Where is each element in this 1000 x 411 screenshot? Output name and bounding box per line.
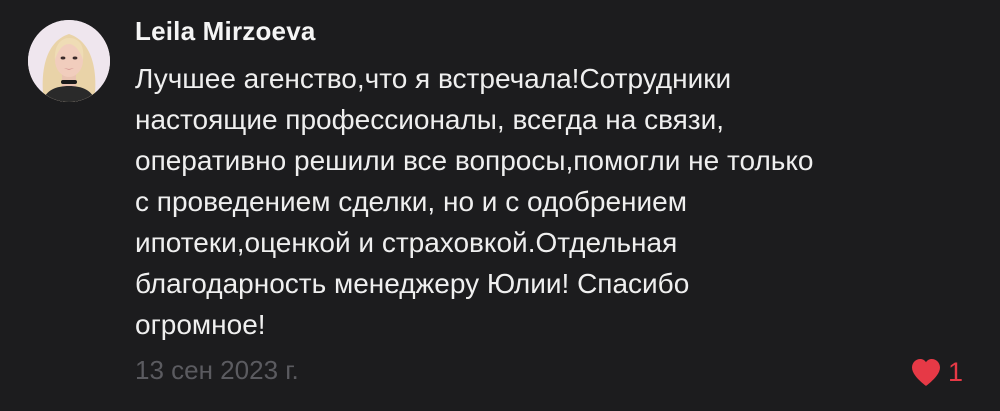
comment-text-line: огромное! [135,309,266,340]
avatar[interactable] [28,20,110,102]
comment-text-line: благодарность менеджеру Юлии! Спасибо [135,268,690,299]
avatar-image [28,20,110,102]
heart-icon[interactable] [910,357,942,387]
like-button[interactable]: 1 [910,355,963,389]
review-comment: Leila Mirzoeva Лучшее агенство,что я вст… [0,0,1000,411]
comment-text-line: Лучшее агенство,что я встречала!Сотрудни… [135,63,732,94]
comment-text: Лучшее агенство,что я встречала!Сотрудни… [135,58,975,345]
comment-text-line: с проведением сделки, но и с одобрением [135,186,687,217]
comment-date: 13 сен 2023 г. [135,355,299,385]
author-name[interactable]: Leila Mirzoeva [135,16,316,47]
comment-text-line: ипотеки,оценкой и страховкой.Отдельная [135,227,678,258]
comment-text-line: оперативно решили все вопросы,помогли не… [135,145,814,176]
like-count: 1 [948,357,964,387]
comment-text-line: настоящие профессионалы, всегда на связи… [135,104,725,135]
